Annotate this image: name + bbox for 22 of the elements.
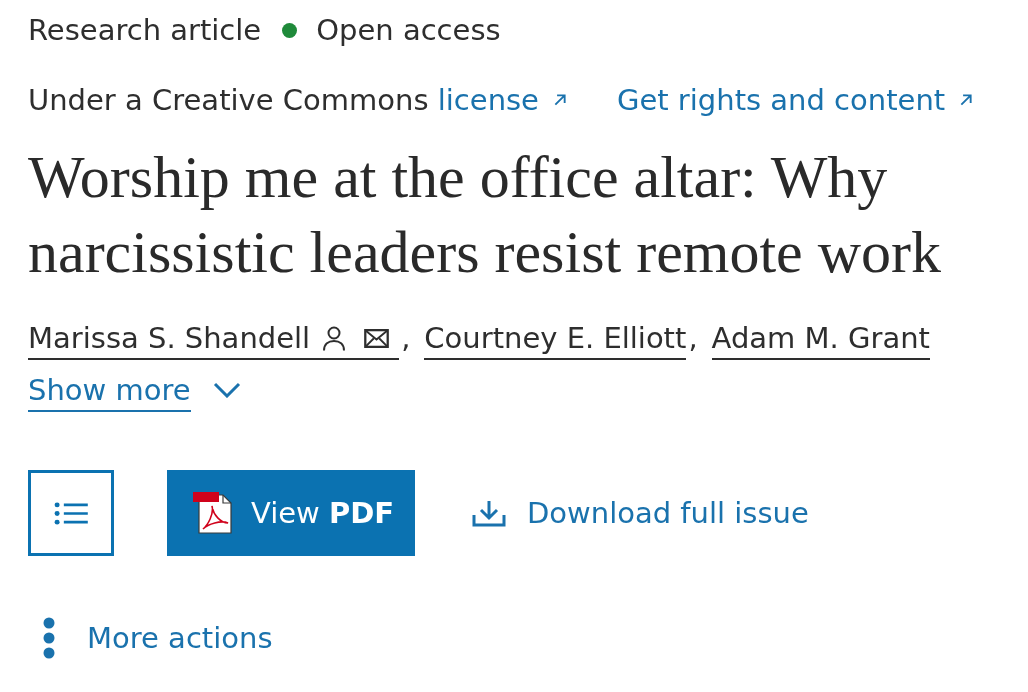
article-title: Worship me at the office altar: Why narcissistic leaders resist remote work (28, 143, 943, 287)
external-link-icon (959, 93, 974, 107)
more-actions-button[interactable]: More actions (28, 616, 273, 660)
license-statement: Under a Creative Commons license (28, 80, 567, 120)
author-link[interactable]: Marissa S. Shandell (28, 320, 400, 360)
access-label: Open access (316, 12, 501, 49)
external-link-icon (552, 93, 567, 107)
rights-link[interactable]: Get rights and content (616, 80, 974, 120)
separator: , (401, 320, 411, 357)
show-more-button[interactable]: Show more (28, 372, 241, 412)
download-icon (472, 499, 506, 527)
list-icon (53, 501, 89, 525)
more-icon (43, 617, 55, 659)
article-type: Research article (28, 12, 262, 49)
contents-button[interactable] (28, 470, 114, 556)
author-link[interactable]: Courtney E. Elliott (424, 320, 687, 360)
download-link[interactable]: Download full issue (472, 496, 809, 530)
author-link[interactable]: Adam M. Grant (711, 320, 930, 360)
pdf-file-icon (193, 492, 233, 534)
separator: , (688, 320, 698, 357)
license-link[interactable]: license (437, 80, 567, 120)
view-pdf-button[interactable]: View PDF (167, 470, 415, 556)
